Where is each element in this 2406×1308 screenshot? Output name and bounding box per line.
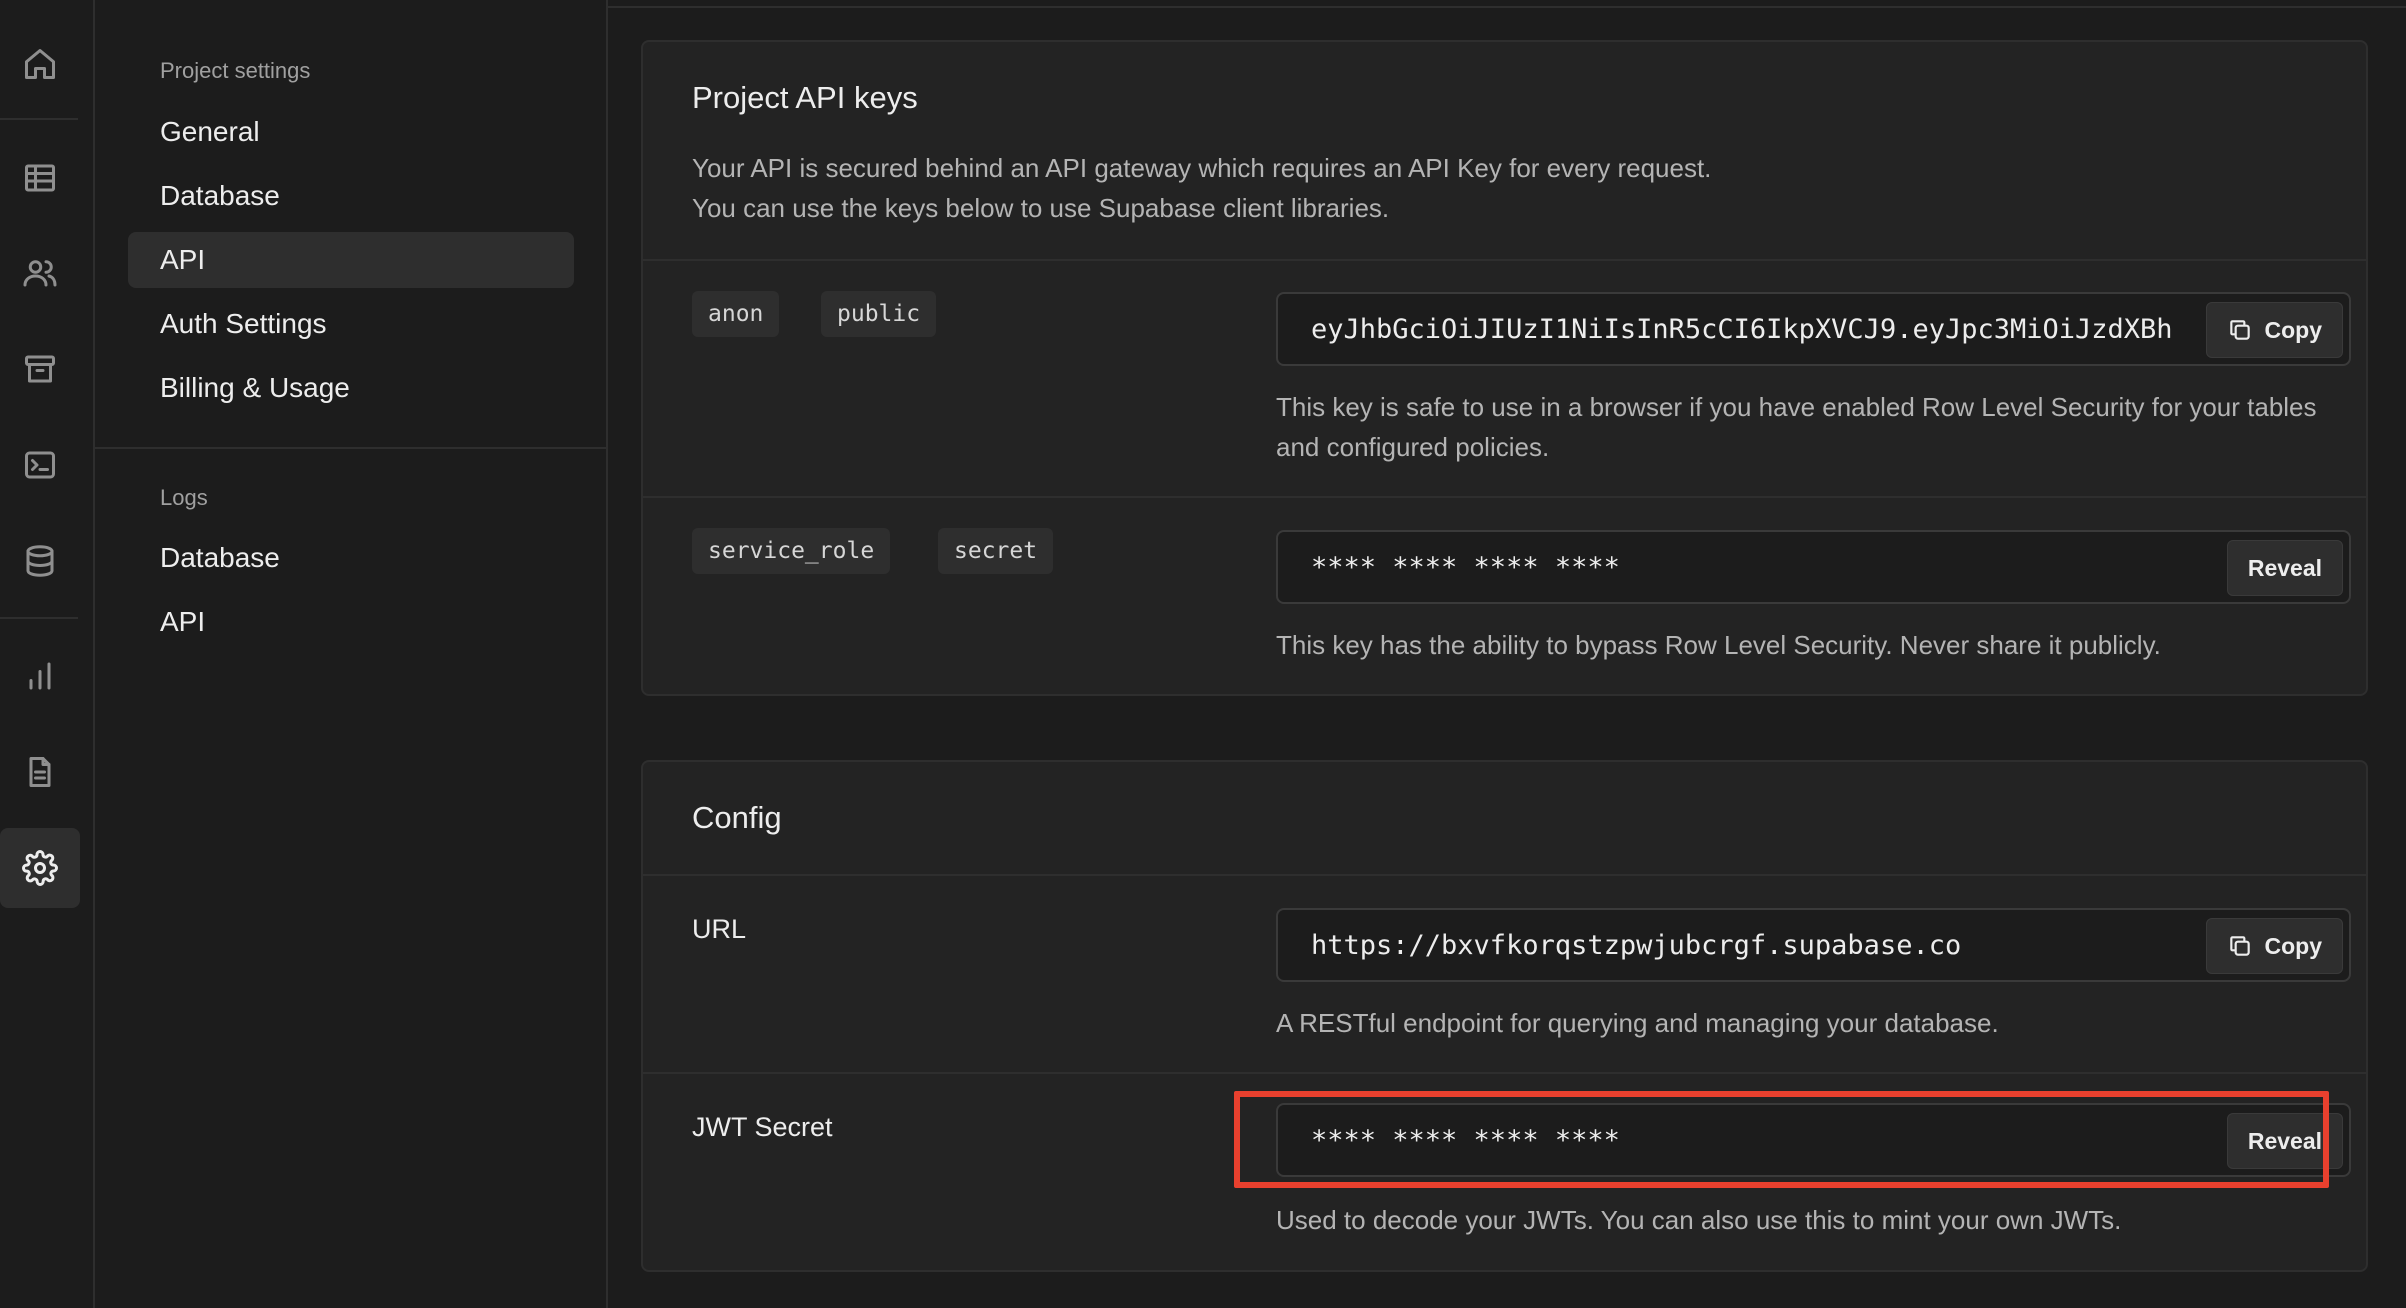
jwt-secret-help: Used to decode your JWTs. You can also u… [1276, 1205, 2122, 1235]
sidebar-item-api[interactable]: API [128, 232, 574, 288]
url-label: URL [692, 914, 747, 944]
storage-icon[interactable] [0, 329, 80, 409]
panel-description-line-1: Your API is secured behind an API gatewa… [692, 153, 1712, 183]
service-role-key-field[interactable]: **** **** **** **** Reveal [1276, 530, 2351, 604]
copy-icon [2229, 320, 2250, 340]
copy-url-button[interactable]: Copy [2205, 918, 2343, 974]
api-keys-panel: Project API keys Your API is secured beh… [641, 40, 2368, 696]
sidebar-item-database[interactable]: Database [128, 168, 574, 224]
rail-divider [0, 118, 78, 120]
url-help: A RESTful endpoint for querying and mana… [1276, 1008, 1999, 1038]
reports-icon[interactable] [0, 636, 80, 716]
logs-icon[interactable] [0, 732, 80, 812]
sidebar-item-auth-settings[interactable]: Auth Settings [128, 296, 574, 352]
home-icon[interactable] [0, 24, 80, 104]
icon-rail [0, 0, 95, 1308]
table-editor-icon[interactable] [0, 138, 80, 218]
sql-editor-icon[interactable] [0, 425, 80, 505]
logs-heading: Logs [160, 485, 208, 510]
anon-key-value[interactable]: eyJhbGciOiJIUzI1NiIsInR5cCI6IkpXVCJ9.eyJ… [1311, 294, 2199, 364]
config-panel: Config URL https://bxvfkorqstzpwjubcrgf.… [641, 760, 2368, 1272]
settings-sidebar: Project settings General Database API Au… [95, 0, 608, 1308]
top-divider [608, 6, 2406, 8]
row-divider [643, 1072, 2366, 1074]
database-icon[interactable] [0, 521, 80, 601]
public-tag: public [821, 291, 937, 337]
panel-title: Project API keys [692, 80, 918, 115]
row-divider [643, 874, 2366, 876]
jwt-secret-field[interactable]: **** **** **** **** Reveal [1276, 1103, 2351, 1177]
reveal-jwt-secret-button[interactable]: Reveal [2226, 1113, 2343, 1169]
settings-icon[interactable] [0, 828, 80, 908]
secret-tag: secret [938, 528, 1054, 574]
main-content: Project API keys Your API is secured beh… [608, 0, 2406, 1308]
url-value[interactable]: https://bxvfkorqstzpwjubcrgf.supabase.co [1311, 910, 2199, 980]
row-divider [643, 496, 2366, 498]
service-role-key-help: This key has the ability to bypass Row L… [1276, 630, 2161, 660]
anon-key-help: This key is safe to use in a browser if … [1276, 392, 2317, 462]
jwt-secret-value: **** **** **** **** [1311, 1124, 1620, 1156]
panel-description-line-2: You can use the keys below to use Supaba… [692, 193, 1390, 223]
supabase-app: Project settings General Database API Au… [0, 0, 2406, 1308]
copy-icon [2229, 936, 2250, 956]
users-icon[interactable] [0, 233, 80, 313]
url-field[interactable]: https://bxvfkorqstzpwjubcrgf.supabase.co… [1276, 908, 2351, 982]
copy-anon-key-button[interactable]: Copy [2205, 302, 2343, 358]
sidebar-item-logs-api[interactable]: API [128, 594, 574, 650]
rail-divider [0, 617, 78, 619]
sidebar-item-general[interactable]: General [128, 104, 574, 160]
sidebar-divider [95, 447, 608, 449]
jwt-secret-label: JWT Secret [692, 1112, 833, 1142]
panel-title: Config [692, 800, 782, 835]
sidebar-item-logs-database[interactable]: Database [128, 530, 574, 586]
sidebar-item-billing-usage[interactable]: Billing & Usage [128, 360, 574, 416]
anon-tag: anon [692, 291, 780, 337]
copy-button-label: Copy [2264, 932, 2323, 959]
reveal-service-key-button[interactable]: Reveal [2226, 540, 2343, 596]
service-role-tag: service_role [692, 528, 891, 574]
service-role-key-value: **** **** **** **** [1311, 551, 1620, 583]
row-divider [643, 259, 2366, 261]
anon-key-field[interactable]: eyJhbGciOiJIUzI1NiIsInR5cCI6IkpXVCJ9.eyJ… [1276, 292, 2351, 366]
copy-button-label: Copy [2264, 316, 2323, 343]
project-settings-heading: Project settings [160, 58, 311, 83]
